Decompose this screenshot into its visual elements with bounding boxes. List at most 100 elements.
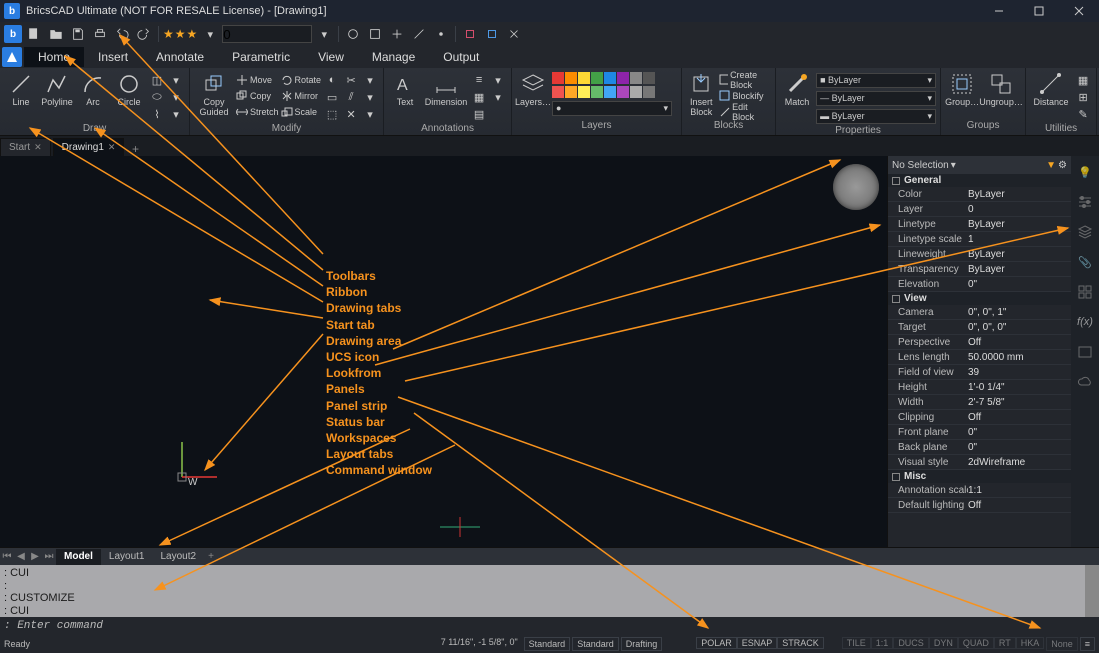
undo-button[interactable] bbox=[112, 24, 132, 44]
copy-guided-button[interactable]: Copy Guided bbox=[194, 70, 234, 118]
edit-block-button[interactable]: Edit Block bbox=[719, 104, 772, 119]
polyline-button[interactable]: Polyline bbox=[40, 70, 74, 108]
layout-last[interactable]: ⏭ bbox=[42, 551, 56, 562]
tool-8-button[interactable] bbox=[504, 24, 524, 44]
status-none[interactable]: None bbox=[1046, 637, 1078, 651]
property-row[interactable]: Linetype scale1 bbox=[888, 232, 1071, 247]
circle-button[interactable]: Circle bbox=[112, 70, 146, 108]
tool-5-button[interactable] bbox=[431, 24, 451, 44]
tool-6-button[interactable] bbox=[460, 24, 480, 44]
linetype-selector[interactable]: — ByLayer▾ bbox=[816, 90, 936, 106]
save-button[interactable] bbox=[68, 24, 88, 44]
insert-block-button[interactable]: Insert Block bbox=[686, 70, 716, 118]
status-menu[interactable]: ≡ bbox=[1080, 637, 1095, 651]
open-button[interactable] bbox=[46, 24, 66, 44]
favorites-icon[interactable]: ★★★ bbox=[163, 27, 198, 41]
layer-selector[interactable]: ●▾ bbox=[552, 100, 672, 116]
command-line[interactable]: : Enter command bbox=[0, 617, 1099, 635]
section-view[interactable]: View bbox=[888, 292, 1071, 305]
draw-mini-6[interactable]: ▾ bbox=[167, 106, 185, 122]
tab-model[interactable]: Model bbox=[56, 549, 101, 565]
tool-7-button[interactable] bbox=[482, 24, 502, 44]
util-mini-1[interactable]: ▦ bbox=[1074, 72, 1092, 88]
util-mini-2[interactable]: ⊞ bbox=[1074, 89, 1092, 105]
mod-mini-1[interactable]: ◐ bbox=[323, 72, 341, 88]
status-workspace[interactable]: Drafting bbox=[621, 637, 663, 651]
app-icon[interactable] bbox=[2, 47, 22, 67]
menu-home[interactable]: Home bbox=[24, 47, 84, 67]
mod-mini-2[interactable]: ✂ bbox=[342, 72, 360, 88]
color-selector[interactable]: ■ ByLayer▾ bbox=[816, 72, 936, 88]
maximize-button[interactable] bbox=[1019, 0, 1059, 22]
draw-mini-1[interactable]: ◫ bbox=[148, 72, 166, 88]
tab-start[interactable]: Start✕ bbox=[0, 138, 51, 156]
status-std1[interactable]: Standard bbox=[524, 637, 571, 651]
panelstrip-grid-icon[interactable] bbox=[1075, 282, 1095, 302]
layer-field[interactable] bbox=[222, 25, 312, 43]
menu-output[interactable]: Output bbox=[429, 47, 493, 67]
print-button[interactable] bbox=[90, 24, 110, 44]
minimize-button[interactable] bbox=[979, 0, 1019, 22]
layout-add[interactable]: + bbox=[204, 551, 218, 562]
tab-layout2[interactable]: Layout2 bbox=[152, 549, 204, 565]
scrollbar[interactable] bbox=[1085, 565, 1099, 617]
draw-mini-4[interactable]: ▾ bbox=[167, 89, 185, 105]
section-general[interactable]: General bbox=[888, 174, 1071, 187]
scale-button[interactable]: Scale bbox=[281, 104, 322, 119]
menu-view[interactable]: View bbox=[304, 47, 358, 67]
add-tab-button[interactable]: + bbox=[126, 142, 144, 156]
rotate-button[interactable]: Rotate bbox=[281, 72, 322, 87]
property-row[interactable]: Field of view39 bbox=[888, 365, 1071, 380]
mod-mini-6[interactable]: ▾ bbox=[361, 89, 379, 105]
tool-1-button[interactable] bbox=[343, 24, 363, 44]
layer-state-row-1[interactable] bbox=[552, 72, 672, 84]
panelstrip-lightbulb-icon[interactable]: 💡 bbox=[1075, 162, 1095, 182]
close-icon[interactable]: ✕ bbox=[108, 142, 116, 153]
group-button[interactable]: Group… bbox=[945, 70, 979, 108]
property-row[interactable]: Camera0", 0", 1" bbox=[888, 305, 1071, 320]
property-row[interactable]: ClippingOff bbox=[888, 410, 1071, 425]
mod-mini-8[interactable]: ✕ bbox=[342, 106, 360, 122]
arc-button[interactable]: Arc bbox=[76, 70, 110, 108]
panelstrip-sliders-icon[interactable] bbox=[1075, 192, 1095, 212]
drawing-area[interactable]: W ToolbarsRibbonDrawing tabsStart tabDra… bbox=[0, 156, 887, 547]
tool-2-button[interactable] bbox=[365, 24, 385, 44]
text-button[interactable]: AText bbox=[388, 70, 422, 108]
filter-icon[interactable]: ▼ bbox=[1046, 160, 1056, 171]
close-button[interactable] bbox=[1059, 0, 1099, 22]
ann-mini-1[interactable]: ≡ bbox=[470, 72, 488, 88]
layout-prev[interactable]: ◀ bbox=[14, 551, 28, 562]
redo-button[interactable] bbox=[134, 24, 154, 44]
panelstrip-cloud-icon[interactable] bbox=[1075, 372, 1095, 392]
dimension-button[interactable]: Dimension bbox=[424, 70, 468, 108]
ann-mini-2[interactable]: ▾ bbox=[489, 72, 507, 88]
layer-state-row-2[interactable] bbox=[552, 86, 672, 98]
match-props-button[interactable]: Match bbox=[780, 70, 814, 108]
mod-mini-7[interactable]: ⬚ bbox=[323, 106, 341, 122]
draw-mini-5[interactable]: ⌇ bbox=[148, 106, 166, 122]
section-misc[interactable]: Misc bbox=[888, 470, 1071, 483]
app-menu-icon[interactable]: b bbox=[4, 25, 22, 43]
mod-mini-5[interactable]: ⫽ bbox=[342, 89, 360, 105]
status-std2[interactable]: Standard bbox=[572, 637, 619, 651]
layer-dropdown[interactable]: ▾ bbox=[314, 24, 334, 44]
layers-button[interactable]: Layers… bbox=[516, 70, 550, 108]
util-mini-3[interactable]: ✎ bbox=[1074, 106, 1092, 122]
property-row[interactable]: Elevation0" bbox=[888, 277, 1071, 292]
property-row[interactable]: Front plane0" bbox=[888, 425, 1071, 440]
tool-3-button[interactable] bbox=[387, 24, 407, 44]
copy-button[interactable]: Copy bbox=[236, 88, 279, 103]
panelstrip-fx-icon[interactable]: f(x) bbox=[1075, 312, 1095, 332]
properties-selector[interactable]: No Selection ▾ bbox=[892, 160, 956, 171]
panelstrip-clip-icon[interactable]: 📎 bbox=[1075, 252, 1095, 272]
property-row[interactable]: Height1'-0 1/4" bbox=[888, 380, 1071, 395]
property-row[interactable]: LinetypeByLayer bbox=[888, 217, 1071, 232]
create-block-button[interactable]: Create Block bbox=[719, 72, 772, 87]
ungroup-button[interactable]: Ungroup… bbox=[981, 70, 1021, 108]
draw-mini-2[interactable]: ▾ bbox=[167, 72, 185, 88]
property-row[interactable]: ColorByLayer bbox=[888, 187, 1071, 202]
panelstrip-struct-icon[interactable] bbox=[1075, 342, 1095, 362]
menu-parametric[interactable]: Parametric bbox=[218, 47, 304, 67]
property-row[interactable]: Width2'-7 5/8" bbox=[888, 395, 1071, 410]
layout-next[interactable]: ▶ bbox=[28, 551, 42, 562]
